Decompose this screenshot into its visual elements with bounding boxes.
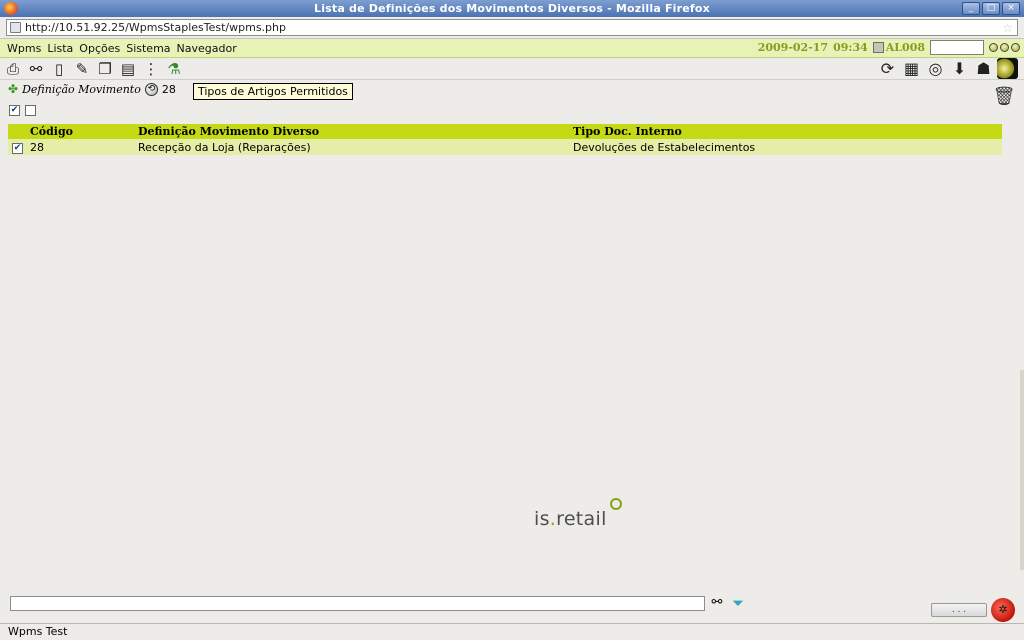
logo-prefix: is bbox=[534, 508, 550, 530]
menu-navegador[interactable]: Navegador bbox=[174, 42, 240, 55]
flask-icon[interactable]: ⚗ bbox=[164, 59, 184, 79]
command-input[interactable] bbox=[930, 40, 984, 55]
current-date: 2009-02-17 bbox=[757, 41, 829, 54]
select-all-checkbox[interactable]: ✔ bbox=[9, 105, 20, 116]
menu-lista[interactable]: Lista bbox=[44, 42, 76, 55]
window-controls: _ □ × bbox=[962, 2, 1020, 15]
menu-opcoes[interactable]: Opções bbox=[76, 42, 123, 55]
header-select bbox=[8, 124, 30, 139]
filter-funnel-icon[interactable]: ⏷ bbox=[728, 594, 748, 612]
results-table: Código Definição Movimento Diverso Tipo … bbox=[8, 124, 1002, 155]
current-user: AL008 bbox=[872, 41, 925, 54]
new-document-icon[interactable]: ▯ bbox=[49, 59, 69, 79]
copy-document-icon[interactable]: ❐ bbox=[95, 59, 115, 79]
table-row[interactable]: ✔ 28 Recepção da Loja (Reparações) Devol… bbox=[8, 139, 1002, 155]
main-menu: Wpms Lista Opções Sistema Navegador bbox=[4, 42, 240, 55]
menu-wpms[interactable]: Wpms bbox=[4, 42, 44, 55]
status-dot-icon[interactable] bbox=[1011, 43, 1020, 52]
record-count: 28 bbox=[161, 82, 176, 96]
status-dot-icon[interactable] bbox=[1000, 43, 1009, 52]
section-header: ✤ Definição Movimento ⟲ 28 bbox=[8, 82, 176, 96]
status-dots bbox=[989, 43, 1020, 52]
header-codigo[interactable]: Código bbox=[30, 124, 138, 139]
site-identity-icon[interactable] bbox=[10, 22, 21, 33]
status-bar: Wpms Test bbox=[0, 623, 1024, 640]
cell-tipo: Devoluções de Estabelecimentos bbox=[573, 139, 1002, 155]
user-code: AL008 bbox=[885, 41, 925, 54]
printer-icon[interactable]: ⎙ bbox=[3, 59, 23, 79]
menu-sistema[interactable]: Sistema bbox=[123, 42, 173, 55]
paw-icon: ✤ bbox=[8, 82, 19, 96]
header-tipo[interactable]: Tipo Doc. Interno bbox=[573, 124, 1002, 139]
url-text[interactable]: http://10.51.92.25/WpmsStaplesTest/wpms.… bbox=[25, 21, 286, 34]
section-label: Definição Movimento bbox=[22, 82, 141, 96]
status-dot-icon[interactable] bbox=[989, 43, 998, 52]
logo-badge-icon bbox=[610, 498, 622, 510]
binoculars-icon[interactable]: ⚯ bbox=[26, 59, 46, 79]
batch-icon[interactable]: ▤ bbox=[118, 59, 138, 79]
menubar-right: 2009-02-17 09:34 AL008 bbox=[758, 40, 1020, 55]
filter-input[interactable] bbox=[10, 596, 705, 611]
download-icon[interactable]: ⬇ bbox=[949, 58, 970, 79]
bookmark-star-icon[interactable]: ☆ bbox=[1002, 21, 1013, 35]
more-icon[interactable]: ⋮ bbox=[141, 59, 161, 79]
select-none-checkbox[interactable] bbox=[25, 105, 36, 116]
window-title: Lista de Definições dos Movimentos Diver… bbox=[314, 2, 710, 15]
url-row: http://10.51.92.25/WpmsStaplesTest/wpms.… bbox=[0, 17, 1024, 39]
firefox-icon bbox=[4, 2, 18, 15]
cell-definicao: Recepção da Loja (Reparações) bbox=[138, 139, 573, 155]
close-button[interactable]: × bbox=[1002, 2, 1020, 15]
current-time: 09:34 bbox=[833, 41, 868, 54]
window-titlebar: Lista de Definições dos Movimentos Diver… bbox=[0, 0, 1024, 17]
user-icon[interactable]: ☗ bbox=[973, 58, 994, 79]
ladybug-icon[interactable]: ✲ bbox=[991, 598, 1015, 622]
search-binoculars-icon[interactable]: ⚯ bbox=[708, 594, 726, 612]
table-header-row: Código Definição Movimento Diverso Tipo … bbox=[8, 124, 1002, 139]
save-icon[interactable]: ▦ bbox=[901, 58, 922, 79]
edit-icon[interactable]: ✎ bbox=[72, 59, 92, 79]
header-definicao[interactable]: Definição Movimento Diverso bbox=[138, 124, 573, 139]
logo-suffix: retail bbox=[556, 508, 607, 530]
trash-icon[interactable]: 🗑 bbox=[992, 84, 1016, 108]
moon-icon[interactable] bbox=[997, 58, 1018, 79]
is-retail-logo: is.retail bbox=[534, 508, 607, 530]
lifebuoy-icon[interactable]: ◎ bbox=[925, 58, 946, 79]
tooltip: Tipos de Artigos Permitidos bbox=[193, 83, 353, 100]
user-badge-icon bbox=[872, 42, 884, 53]
toolbar-right: ⟳ ▦ ◎ ⬇ ☗ bbox=[877, 58, 1018, 79]
row-checkbox[interactable]: ✔ bbox=[12, 143, 23, 154]
app-menubar: Wpms Lista Opções Sistema Navegador 2009… bbox=[0, 39, 1024, 58]
minimize-button[interactable]: _ bbox=[962, 2, 980, 15]
toolbar: ⎙ ⚯ ▯ ✎ ❐ ▤ ⋮ ⚗ ⟳ ▦ ◎ ⬇ ☗ bbox=[0, 58, 1024, 80]
row-select-cell: ✔ bbox=[8, 139, 30, 155]
toolbar-left: ⎙ ⚯ ▯ ✎ ❐ ▤ ⋮ ⚗ bbox=[3, 59, 184, 79]
more-options-button[interactable]: . . . bbox=[931, 603, 987, 617]
maximize-button[interactable]: □ bbox=[982, 2, 1000, 15]
counter-icon: ⟲ bbox=[144, 82, 158, 96]
url-bar[interactable]: http://10.51.92.25/WpmsStaplesTest/wpms.… bbox=[6, 19, 1018, 36]
selection-controls: ✔ bbox=[9, 105, 36, 116]
cell-codigo: 28 bbox=[30, 139, 138, 155]
refresh-icon[interactable]: ⟳ bbox=[877, 58, 898, 79]
scrollbar-edge bbox=[1020, 370, 1024, 570]
